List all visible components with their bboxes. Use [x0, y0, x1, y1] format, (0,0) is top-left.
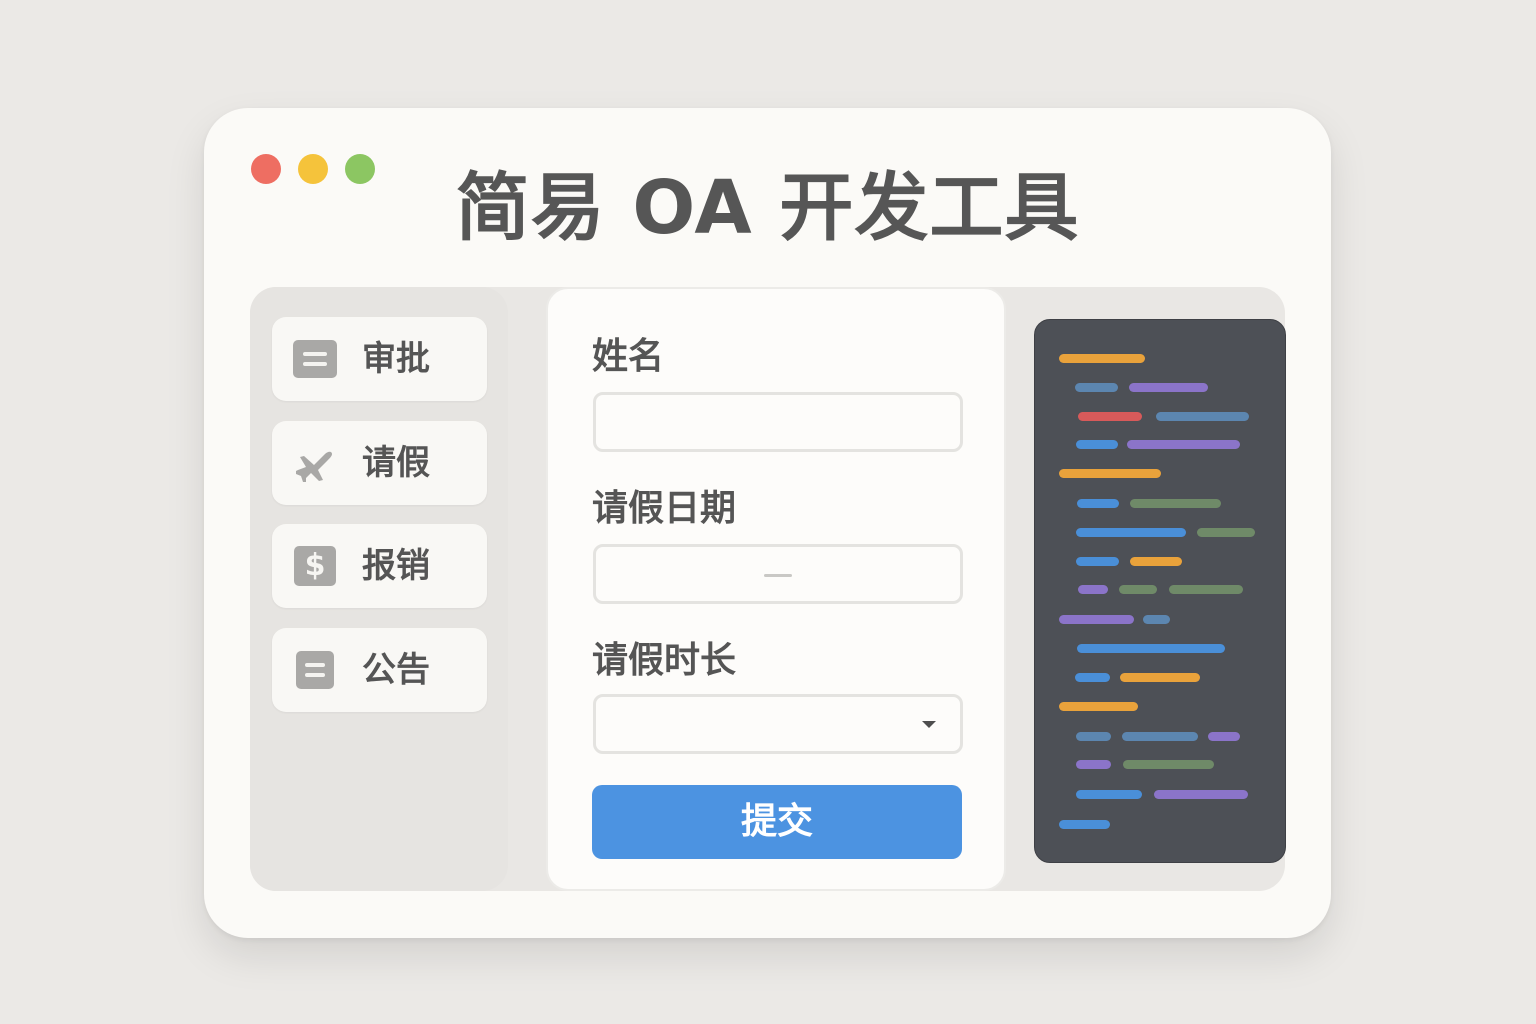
sidebar: 审批 请假 $ 报销 公告	[250, 287, 508, 891]
code-line	[1156, 412, 1249, 421]
date-label: 请假日期	[592, 488, 737, 529]
date-range-separator	[764, 574, 792, 577]
code-line	[1059, 354, 1145, 363]
code-line	[1120, 673, 1200, 682]
sidebar-item-label: 报销	[362, 546, 430, 586]
chevron-down-icon	[922, 721, 936, 728]
code-line	[1078, 585, 1108, 594]
sidebar-item-label: 审批	[362, 339, 430, 379]
sidebar-item-announcement[interactable]: 公告	[272, 628, 487, 712]
code-line	[1059, 469, 1161, 478]
dollar-icon: $	[292, 546, 338, 586]
code-line	[1123, 760, 1214, 769]
code-preview	[1034, 319, 1286, 863]
code-line	[1076, 440, 1118, 449]
code-line	[1078, 412, 1142, 421]
duration-label: 请假时长	[592, 640, 737, 681]
code-line	[1197, 528, 1255, 537]
sidebar-item-approval[interactable]: 审批	[272, 317, 487, 401]
code-line	[1059, 820, 1110, 829]
notice-icon	[292, 651, 338, 689]
code-line	[1122, 732, 1198, 741]
content-area: 审批 请假 $ 报销 公告 姓名 请假日期 请假时长 提交	[250, 287, 1286, 891]
code-line	[1076, 790, 1142, 799]
submit-button[interactable]: 提交	[592, 785, 962, 859]
name-label: 姓名	[592, 336, 665, 377]
code-line	[1119, 585, 1157, 594]
code-line	[1127, 440, 1240, 449]
airplane-icon	[292, 444, 338, 482]
leave-form: 姓名 请假日期 请假时长 提交	[546, 287, 1006, 891]
code-line	[1169, 585, 1243, 594]
sidebar-item-label: 请假	[362, 443, 430, 483]
duration-select[interactable]	[593, 694, 963, 754]
code-line	[1059, 615, 1134, 624]
sidebar-item-label: 公告	[362, 650, 430, 690]
code-line	[1076, 557, 1119, 566]
date-range-field[interactable]	[593, 544, 963, 604]
code-line	[1143, 615, 1170, 624]
code-line	[1130, 557, 1182, 566]
code-line	[1076, 732, 1111, 741]
code-line	[1077, 499, 1119, 508]
app-title: 简易 OA 开发工具	[455, 165, 1080, 251]
code-line	[1129, 383, 1208, 392]
code-line	[1154, 790, 1248, 799]
code-line	[1130, 499, 1221, 508]
name-field[interactable]	[593, 392, 963, 452]
code-line	[1075, 383, 1118, 392]
code-line	[1077, 644, 1225, 653]
code-line	[1059, 702, 1138, 711]
code-line	[1075, 673, 1110, 682]
code-line	[1076, 528, 1186, 537]
sidebar-item-reimbursement[interactable]: $ 报销	[272, 524, 487, 608]
code-line	[1208, 732, 1240, 741]
code-line	[1076, 760, 1111, 769]
document-icon	[292, 340, 338, 378]
app-window: 简易 OA 开发工具 审批 请假 $ 报销 公告 姓名 请假日期 请假时长 提交	[204, 108, 1331, 938]
sidebar-item-leave[interactable]: 请假	[272, 421, 487, 505]
